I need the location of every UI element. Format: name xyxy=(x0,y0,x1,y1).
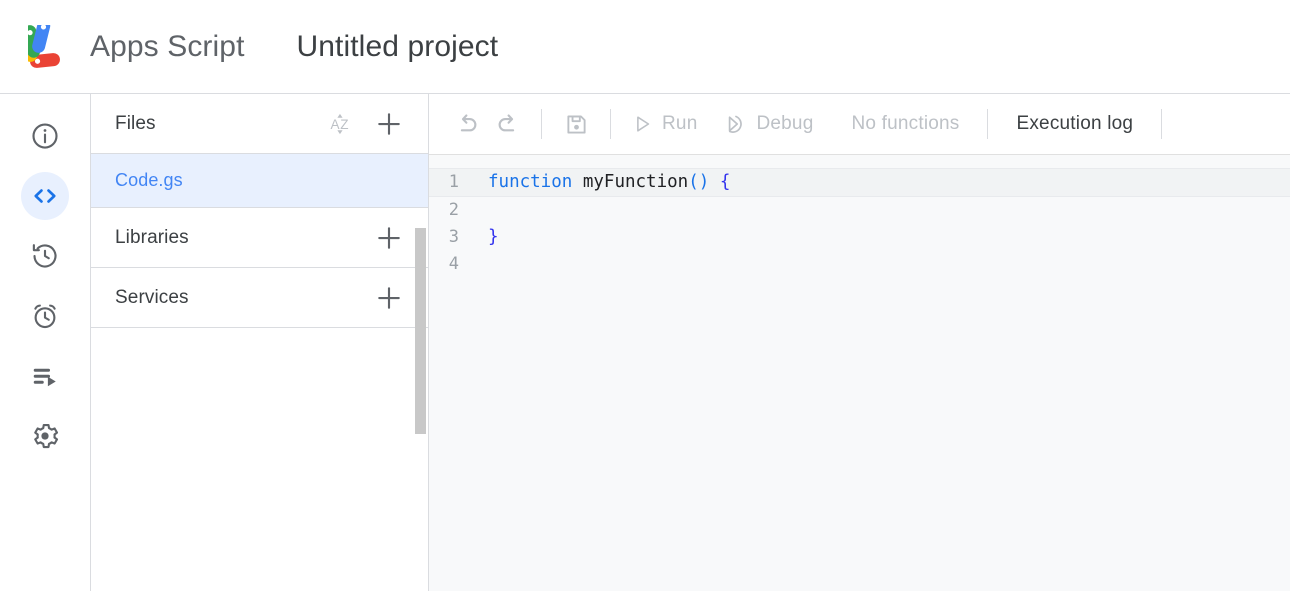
executions-list-play-icon xyxy=(30,361,60,391)
files-section-header: Files A Z xyxy=(91,94,428,154)
debug-play-circle-icon xyxy=(723,112,747,136)
save-floppy-icon xyxy=(564,112,589,137)
sidebar-item-triggers[interactable] xyxy=(21,292,69,340)
save-button[interactable] xyxy=(556,104,596,144)
token-parens: () xyxy=(688,172,709,192)
undo-arrow-icon xyxy=(454,111,481,138)
sort-files-button[interactable]: A Z xyxy=(326,107,360,141)
execution-log-button[interactable]: Execution log xyxy=(1012,113,1137,135)
svg-text:A: A xyxy=(331,116,340,131)
editor-column: Run Debug No functions Execution log 1 f… xyxy=(429,94,1290,591)
debug-button[interactable]: Debug xyxy=(717,104,819,144)
redo-button[interactable] xyxy=(487,104,527,144)
undo-button[interactable] xyxy=(447,104,487,144)
code-line: 3 } xyxy=(429,224,1290,251)
code-line: 1 function myFunction() { xyxy=(429,168,1290,197)
toolbar-divider xyxy=(610,109,611,139)
line-number: 2 xyxy=(429,202,488,219)
code-line-text: } xyxy=(488,229,499,247)
sidebar-item-overview[interactable] xyxy=(21,112,69,160)
panel-scrollbar[interactable] xyxy=(413,228,428,434)
token-close-brace: } xyxy=(488,227,499,247)
code-brackets-icon xyxy=(30,181,60,211)
brand[interactable]: Apps Script xyxy=(28,25,245,69)
brand-name: Apps Script xyxy=(90,30,245,64)
add-library-button[interactable] xyxy=(372,221,406,255)
apps-script-logo-icon xyxy=(28,25,82,69)
libraries-section-header: Libraries xyxy=(91,208,428,268)
svg-text:Z: Z xyxy=(340,116,348,131)
files-side-panel: Files A Z Code.gs Libra xyxy=(91,94,429,591)
app-body: Files A Z Code.gs Libra xyxy=(0,94,1290,591)
code-editor[interactable]: 1 function myFunction() { 2 3 } 4 xyxy=(429,155,1290,591)
token-open-brace: { xyxy=(720,172,731,192)
sidebar-item-project-history[interactable] xyxy=(21,232,69,280)
token-keyword: function xyxy=(488,172,572,192)
token-space xyxy=(572,172,583,192)
gear-icon xyxy=(30,421,60,451)
token-function-name: myFunction xyxy=(583,172,688,192)
alarm-clock-icon xyxy=(30,301,60,331)
left-icon-rail xyxy=(0,94,91,591)
token-space xyxy=(709,172,720,192)
sidebar-item-project-settings[interactable] xyxy=(21,412,69,460)
editor-toolbar: Run Debug No functions Execution log xyxy=(429,94,1290,155)
sidebar-item-editor[interactable] xyxy=(21,172,69,220)
file-list-item-code-gs[interactable]: Code.gs xyxy=(91,154,428,207)
add-file-button[interactable] xyxy=(372,107,406,141)
toolbar-divider xyxy=(1161,109,1162,139)
function-select[interactable]: No functions xyxy=(847,113,963,135)
code-line: 2 xyxy=(429,197,1290,224)
file-name-label: Code.gs xyxy=(115,170,183,191)
line-number: 1 xyxy=(429,174,488,191)
line-number: 3 xyxy=(429,229,488,246)
history-clock-icon xyxy=(30,241,60,271)
info-circle-icon xyxy=(30,121,60,151)
add-service-button[interactable] xyxy=(372,281,406,315)
services-section-title: Services xyxy=(115,287,372,309)
run-label: Run xyxy=(662,113,697,135)
debug-label: Debug xyxy=(756,113,813,135)
run-button[interactable]: Run xyxy=(625,104,703,144)
plus-icon xyxy=(374,283,404,313)
services-section-header: Services xyxy=(91,268,428,328)
code-line: 4 xyxy=(429,251,1290,278)
sidebar-item-executions[interactable] xyxy=(21,352,69,400)
sort-az-icon: A Z xyxy=(330,111,356,137)
toolbar-divider xyxy=(987,109,988,139)
project-title[interactable]: Untitled project xyxy=(297,30,499,64)
code-line-text: function myFunction() { xyxy=(488,174,730,192)
plus-icon xyxy=(374,109,404,139)
toolbar-divider xyxy=(541,109,542,139)
libraries-section-title: Libraries xyxy=(115,227,372,249)
panel-scrollbar-thumb[interactable] xyxy=(415,228,426,434)
plus-icon xyxy=(374,223,404,253)
app-header: Apps Script Untitled project xyxy=(0,0,1290,94)
play-triangle-icon xyxy=(631,113,653,135)
redo-arrow-icon xyxy=(494,111,521,138)
files-section-title: Files xyxy=(115,113,326,135)
line-number: 4 xyxy=(429,256,488,273)
